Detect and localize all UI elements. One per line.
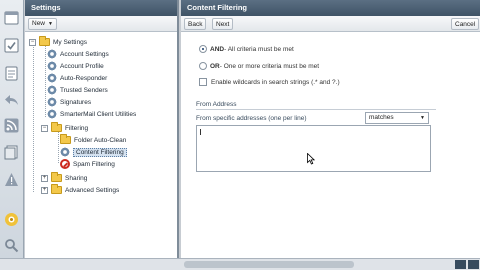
horizontal-scrollbar[interactable] <box>0 258 480 270</box>
signature-icon <box>47 97 57 107</box>
content-title: Content Filtering <box>181 0 480 16</box>
and-radio[interactable] <box>199 45 207 53</box>
documents-icon[interactable] <box>4 145 19 160</box>
tree-item-label: Account Profile <box>60 62 104 70</box>
tree-item-sharing[interactable]: + Sharing <box>41 172 87 184</box>
and-label-bold: AND <box>210 45 225 53</box>
expand-toggle-icon[interactable]: + <box>41 186 48 194</box>
tree-item-label: Trusted Senders <box>60 86 108 94</box>
tree-item-auto-responder[interactable]: Auto-Responder <box>47 72 107 84</box>
mouse-pointer-icon <box>307 152 316 167</box>
new-label: New <box>32 20 46 27</box>
folder-open-icon <box>39 36 50 46</box>
tree-item-label: Folder Auto-Clean <box>74 136 127 144</box>
rss-icon[interactable] <box>4 118 19 133</box>
tree-item-label: Spam Filtering <box>73 160 115 168</box>
back-button[interactable]: Back <box>184 18 207 30</box>
wildcards-option[interactable]: Enable wildcards in search strings (.* a… <box>199 78 340 86</box>
notes-icon[interactable] <box>4 66 19 81</box>
tree-item-account-settings[interactable]: Account Settings <box>47 48 109 60</box>
settings-title: Settings <box>25 0 177 16</box>
tree-item-folder-auto-clean[interactable]: Folder Auto-Clean <box>60 134 126 146</box>
expand-toggle-icon[interactable]: + <box>41 174 48 182</box>
match-type-select[interactable]: matches ▼ <box>365 112 429 124</box>
utilities-icon <box>47 109 57 119</box>
tree-item-label: Filtering <box>65 124 89 132</box>
tree-item-client-utilities[interactable]: SmarterMail Client Utilities <box>47 108 136 120</box>
collapse-toggle-icon[interactable]: − <box>29 38 36 46</box>
wildcards-label: Enable wildcards in search strings (.* a… <box>211 78 340 86</box>
profile-icon <box>47 61 57 71</box>
or-label-bold: OR <box>210 62 220 70</box>
tree-item-my-settings[interactable]: − My Settings <box>29 36 87 48</box>
settings-icon[interactable] <box>4 212 19 227</box>
tree-item-label: Content Filtering <box>73 147 127 157</box>
settings-panel: Settings New ▼ − My Settings Account Set… <box>25 0 179 258</box>
tree-item-label: SmarterMail Client Utilities <box>60 110 137 118</box>
scroll-right-button[interactable] <box>468 260 479 269</box>
tree-item-advanced-settings[interactable]: + Advanced Settings <box>41 184 119 196</box>
folder-open-icon <box>51 122 62 132</box>
tree-item-label: My Settings <box>53 38 87 46</box>
folder-icon <box>51 172 62 182</box>
chevron-down-icon: ▼ <box>420 115 425 121</box>
tree-item-label: Auto-Responder <box>60 74 108 82</box>
folder-icon <box>51 184 62 194</box>
or-label-text: - One or more criteria must be met <box>219 62 320 70</box>
settings-toolbar: New ▼ <box>25 16 177 32</box>
app-icon-rail <box>0 0 24 270</box>
from-addresses-label: From specific addresses (one per line) <box>196 115 307 122</box>
new-button[interactable]: New ▼ <box>28 17 57 30</box>
and-label-text: - All criteria must be met <box>224 45 294 53</box>
cancel-button[interactable]: Cancel <box>451 18 480 30</box>
collapse-toggle-icon[interactable]: − <box>41 124 48 132</box>
or-radio[interactable] <box>199 62 207 70</box>
tree-item-account-profile[interactable]: Account Profile <box>47 60 104 72</box>
tree-item-spam-filtering[interactable]: Spam Filtering <box>60 158 115 170</box>
tree-item-filtering[interactable]: − Filtering <box>41 122 88 134</box>
scroll-left-button[interactable] <box>455 260 466 269</box>
tree-item-trusted-senders[interactable]: Trusted Senders <box>47 84 108 96</box>
and-option[interactable]: AND - All criteria must be met <box>199 45 294 53</box>
match-type-value: matches <box>369 114 394 121</box>
content-toolbar: Back Next Cancel <box>181 16 480 32</box>
calendar-icon[interactable] <box>4 10 19 25</box>
auto-responder-icon <box>47 73 57 83</box>
tree-item-signatures[interactable]: Signatures <box>47 96 91 108</box>
no-entry-icon <box>60 159 70 169</box>
text-cursor <box>200 129 201 135</box>
gear-icon <box>47 49 57 59</box>
tree-item-label: Sharing <box>65 174 88 182</box>
tree-item-label: Advanced Settings <box>65 186 120 194</box>
next-button[interactable]: Next <box>212 18 234 30</box>
scrollbar-thumb[interactable] <box>184 261 354 268</box>
wildcards-checkbox[interactable] <box>199 78 207 86</box>
filter-icon <box>60 147 70 157</box>
tree-item-content-filtering[interactable]: Content Filtering <box>60 146 127 158</box>
tasks-icon[interactable] <box>4 38 19 53</box>
trusted-senders-icon <box>47 85 57 95</box>
section-divider <box>196 109 436 110</box>
alert-icon[interactable] <box>4 172 19 187</box>
tree-item-label: Signatures <box>60 98 92 106</box>
section-title: From Address <box>196 101 237 108</box>
reply-icon[interactable] <box>4 92 19 107</box>
chevron-down-icon: ▼ <box>48 20 53 27</box>
folder-icon <box>60 134 71 144</box>
search-icon[interactable] <box>4 238 19 253</box>
or-option[interactable]: OR - One or more criteria must be met <box>199 62 319 70</box>
tree-item-label: Account Settings <box>60 50 109 58</box>
